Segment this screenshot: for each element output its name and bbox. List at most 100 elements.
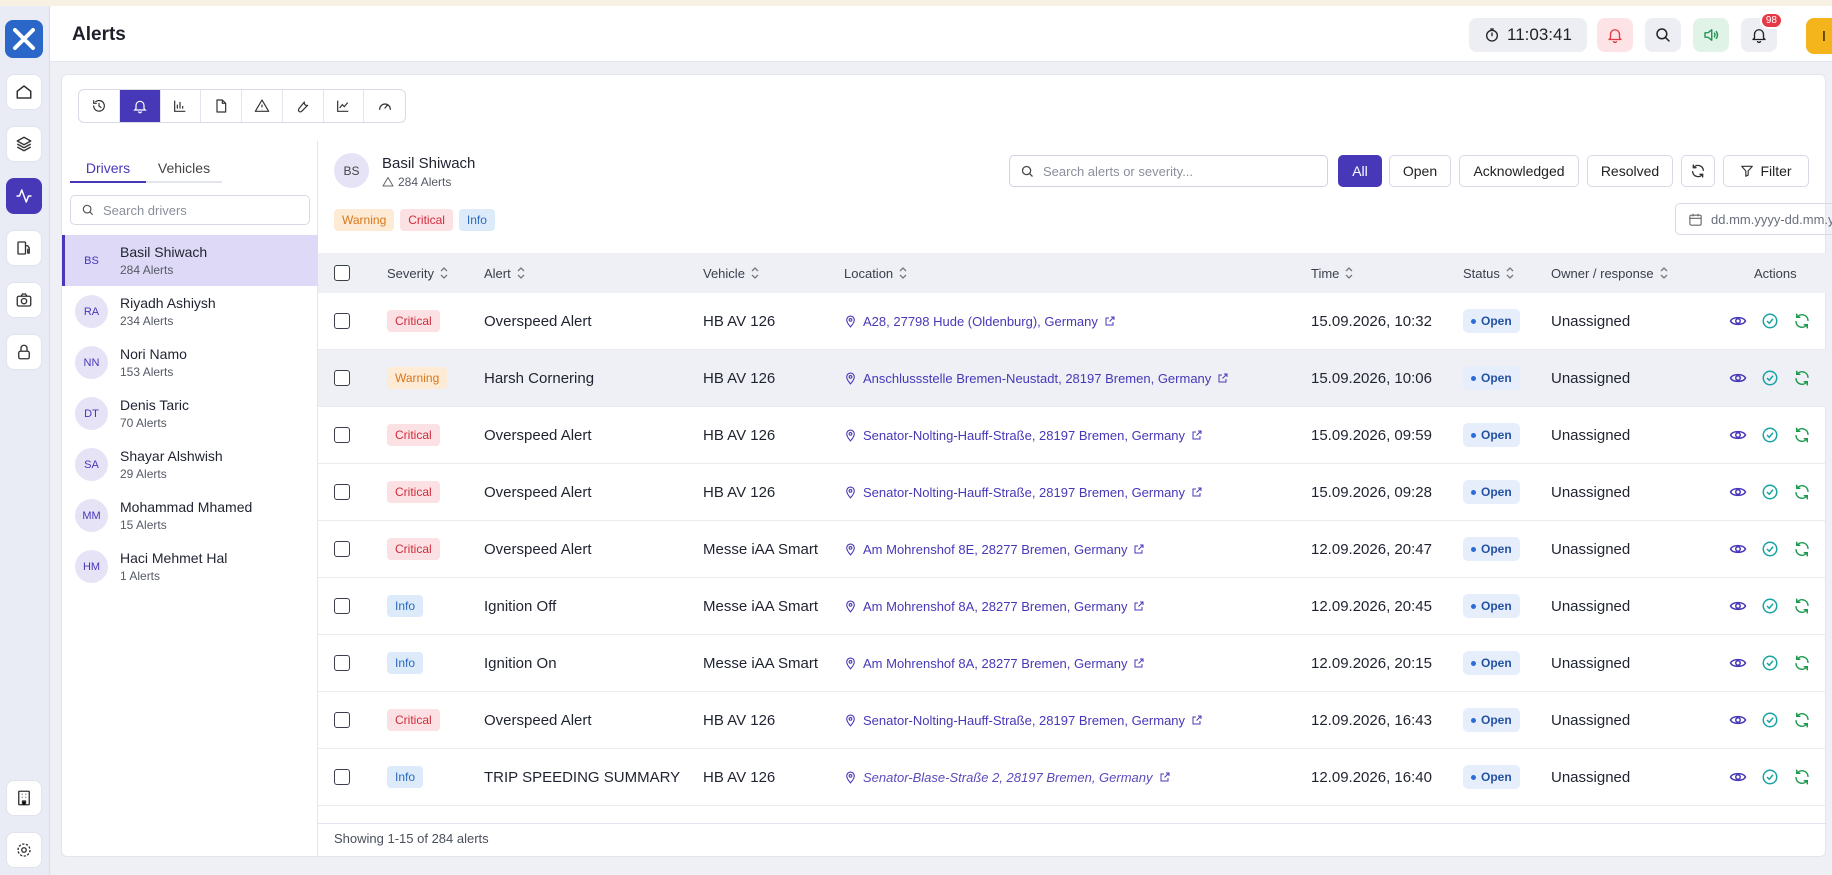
row-checkbox[interactable]: [334, 598, 350, 614]
speed-tool-button[interactable]: [364, 90, 405, 122]
driver-item[interactable]: DT Denis Taric 70 Alerts: [62, 388, 318, 439]
eye-icon[interactable]: [1729, 426, 1747, 444]
table-row[interactable]: Warning Harsh Cornering HB AV 126 Anschluss…: [318, 350, 1827, 407]
resolve-refresh-icon[interactable]: [1793, 426, 1811, 444]
check-circle-icon[interactable]: [1761, 711, 1779, 729]
alert-search-input[interactable]: [1043, 163, 1323, 179]
fuel-nav-button[interactable]: [6, 230, 42, 266]
col-severity[interactable]: Severity: [387, 266, 448, 281]
check-circle-icon[interactable]: [1761, 597, 1779, 615]
driver-item[interactable]: SA Shayar Alshwish 29 Alerts: [62, 439, 318, 490]
filter-acknowledged-button[interactable]: Acknowledged: [1459, 155, 1579, 187]
location-link[interactable]: A28, 27798 Hude (Oldenburg), Germany: [844, 314, 1116, 329]
table-row[interactable]: Info Ignition Off Messe iAA Smart Am Mohren…: [318, 578, 1827, 635]
date-range-picker[interactable]: dd.mm.yyyy-dd.mm.yyyy: [1675, 203, 1832, 235]
lock-nav-button[interactable]: [6, 334, 42, 370]
table-row[interactable]: Info TRIP SPEEDING SUMMARY HB AV 126 Senato…: [318, 749, 1827, 806]
alert-search[interactable]: [1009, 155, 1328, 187]
filter-open-button[interactable]: Open: [1389, 155, 1451, 187]
critical-chip[interactable]: Critical: [400, 209, 453, 231]
resolve-refresh-icon[interactable]: [1793, 369, 1811, 387]
check-circle-icon[interactable]: [1761, 654, 1779, 672]
row-checkbox[interactable]: [334, 541, 350, 557]
table-row[interactable]: Info Ignition On Messe iAA Smart Am Mohrens…: [318, 635, 1827, 692]
row-checkbox[interactable]: [334, 769, 350, 785]
check-circle-icon[interactable]: [1761, 312, 1779, 330]
eye-icon[interactable]: [1729, 540, 1747, 558]
row-checkbox[interactable]: [334, 427, 350, 443]
refresh-button[interactable]: [1681, 155, 1715, 187]
select-all-checkbox[interactable]: [334, 265, 350, 281]
eye-icon[interactable]: [1729, 312, 1747, 330]
row-checkbox[interactable]: [334, 712, 350, 728]
resolve-refresh-icon[interactable]: [1793, 312, 1811, 330]
row-checkbox[interactable]: [334, 370, 350, 386]
home-nav-button[interactable]: [6, 74, 42, 110]
driver-item[interactable]: MM Mohammad Mhamed 15 Alerts: [62, 490, 318, 541]
settings-nav-button[interactable]: [6, 832, 42, 868]
location-link[interactable]: Senator-Nolting-Hauff-Straße, 28197 Brem…: [844, 428, 1203, 443]
resolve-refresh-icon[interactable]: [1793, 483, 1811, 501]
check-circle-icon[interactable]: [1761, 369, 1779, 387]
trend-tool-button[interactable]: [324, 90, 365, 122]
check-circle-icon[interactable]: [1761, 483, 1779, 501]
row-checkbox[interactable]: [334, 313, 350, 329]
filter-button[interactable]: Filter: [1723, 155, 1809, 187]
resolve-refresh-icon[interactable]: [1793, 597, 1811, 615]
resolve-refresh-icon[interactable]: [1793, 540, 1811, 558]
user-avatar[interactable]: I: [1806, 18, 1832, 54]
check-circle-icon[interactable]: [1761, 768, 1779, 786]
col-location[interactable]: Location: [844, 266, 907, 281]
camera-nav-button[interactable]: [6, 282, 42, 318]
resolve-refresh-icon[interactable]: [1793, 768, 1811, 786]
driver-item[interactable]: BS Basil Shiwach 284 Alerts: [62, 235, 318, 286]
table-row[interactable]: Critical Overspeed Alert HB AV 126 Senator-…: [318, 407, 1827, 464]
tab-vehicles[interactable]: Vehicles: [146, 153, 222, 183]
col-status[interactable]: Status: [1463, 266, 1514, 281]
check-circle-icon[interactable]: [1761, 540, 1779, 558]
location-link[interactable]: Am Mohrenshof 8E, 28277 Bremen, Germany: [844, 542, 1145, 557]
location-link[interactable]: Am Mohrenshof 8A, 28277 Bremen, Germany: [844, 656, 1145, 671]
eye-icon[interactable]: [1729, 483, 1747, 501]
driver-item[interactable]: HM Haci Mehmet Hal 1 Alerts: [62, 541, 318, 592]
location-link[interactable]: Senator-Blase-Straße 2, 28197 Bremen, Ge…: [844, 770, 1171, 785]
table-row[interactable]: Critical Overspeed Alert HB AV 126 Senator-…: [318, 692, 1827, 749]
row-checkbox[interactable]: [334, 655, 350, 671]
info-chip[interactable]: Info: [458, 209, 495, 231]
app-logo[interactable]: [5, 20, 43, 58]
eye-icon[interactable]: [1729, 369, 1747, 387]
filter-all-button[interactable]: All: [1338, 155, 1382, 187]
table-row[interactable]: Critical Overspeed Alert Messe iAA Smart Am…: [318, 521, 1827, 578]
building-nav-button[interactable]: [6, 780, 42, 816]
eye-icon[interactable]: [1729, 768, 1747, 786]
location-link[interactable]: Am Mohrenshof 8A, 28277 Bremen, Germany: [844, 599, 1145, 614]
table-row[interactable]: Critical Overspeed Alert HB AV 126 Senator-…: [318, 464, 1827, 521]
eye-icon[interactable]: [1729, 711, 1747, 729]
eye-icon[interactable]: [1729, 654, 1747, 672]
driver-search[interactable]: [70, 195, 310, 225]
search-button[interactable]: [1645, 18, 1681, 52]
location-link[interactable]: Senator-Nolting-Hauff-Straße, 28197 Brem…: [844, 713, 1203, 728]
location-link[interactable]: Anschlussstelle Bremen-Neustadt, 28197 B…: [844, 371, 1229, 386]
location-link[interactable]: Senator-Nolting-Hauff-Straße, 28197 Brem…: [844, 485, 1203, 500]
row-checkbox[interactable]: [334, 484, 350, 500]
col-owner[interactable]: Owner / response: [1551, 266, 1668, 281]
driver-item[interactable]: NN Nori Namo 153 Alerts: [62, 337, 318, 388]
driver-search-input[interactable]: [103, 202, 303, 218]
col-vehicle[interactable]: Vehicle: [703, 266, 759, 281]
activity-nav-button[interactable]: [6, 178, 42, 214]
tab-drivers[interactable]: Drivers: [70, 153, 146, 183]
eye-icon[interactable]: [1729, 597, 1747, 615]
sound-button[interactable]: [1693, 18, 1729, 52]
check-circle-icon[interactable]: [1761, 426, 1779, 444]
resolve-refresh-icon[interactable]: [1793, 654, 1811, 672]
col-alert[interactable]: Alert: [484, 266, 525, 281]
warning-chip[interactable]: Warning: [334, 209, 395, 231]
alerts-tool-button[interactable]: [119, 90, 161, 122]
alarm-button[interactable]: [1597, 18, 1633, 52]
maintenance-tool-button[interactable]: [283, 90, 324, 122]
report-tool-button[interactable]: [201, 90, 242, 122]
bar-chart-tool-button[interactable]: [161, 90, 202, 122]
resolve-refresh-icon[interactable]: [1793, 711, 1811, 729]
driver-item[interactable]: RA Riyadh Ashiysh 234 Alerts: [62, 286, 318, 337]
